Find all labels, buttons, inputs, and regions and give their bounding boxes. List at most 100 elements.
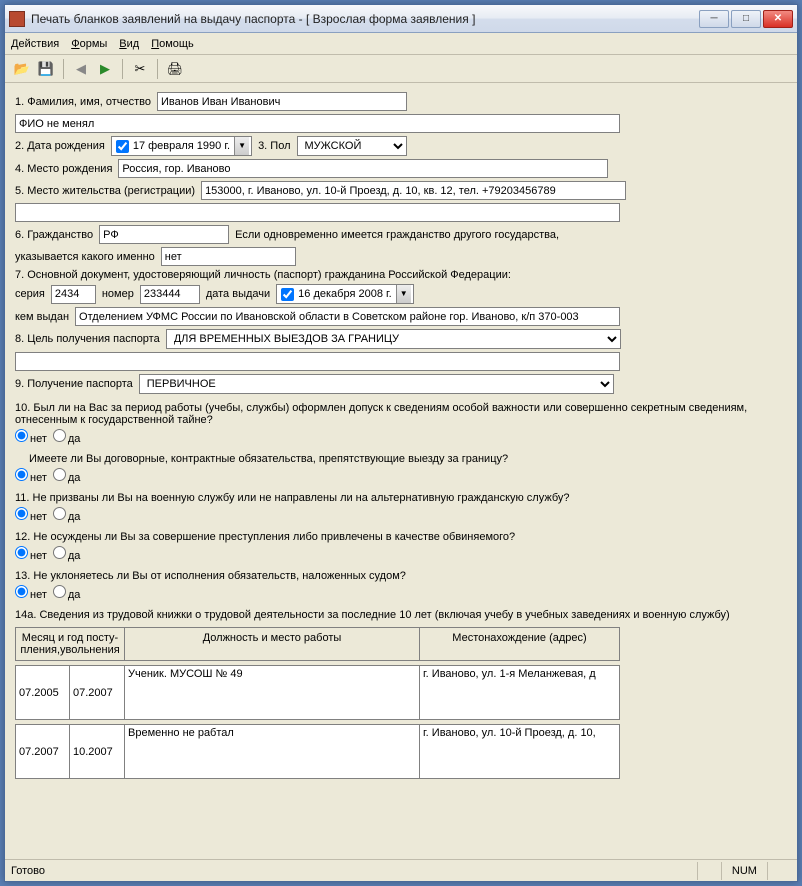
issue-date-value: 16 декабря 2008 г. — [298, 288, 392, 300]
row2-job[interactable] — [125, 724, 420, 779]
row2-addr[interactable] — [420, 724, 620, 779]
maximize-button[interactable]: □ — [731, 10, 761, 28]
status-num: NUM — [721, 862, 767, 880]
menubar: Действия Формы Вид Помощь — [5, 33, 797, 55]
q11-radios: нет да — [15, 507, 787, 523]
q10-no[interactable]: нет — [15, 429, 47, 445]
address-input[interactable] — [201, 181, 626, 200]
prev-icon[interactable]: ◀ — [70, 58, 92, 80]
row1-from[interactable] — [15, 665, 70, 720]
label-citizenship-b: Если одновременно имеется гражданство др… — [235, 229, 559, 241]
app-icon — [9, 11, 25, 27]
label-issue-date: дата выдачи — [206, 288, 270, 300]
question-10b: Имеете ли Вы договорные, контрактные обя… — [29, 453, 787, 465]
label-9: 9. Получение паспорта — [15, 378, 133, 390]
th-dates: Месяц и год посту- пления,увольнения — [15, 627, 125, 661]
label-citizenship: 6. Гражданство — [15, 229, 93, 241]
table-row — [15, 724, 787, 779]
form-content: 1. Фамилия, имя, отчество 2. Дата рожден… — [5, 83, 797, 859]
menu-forms[interactable]: Формы — [71, 38, 107, 50]
row1-to[interactable] — [70, 665, 125, 720]
label-fio: 1. Фамилия, имя, отчество — [15, 96, 151, 108]
chevron-down-icon[interactable]: ▼ — [396, 285, 411, 303]
q10b-yes[interactable]: да — [53, 468, 81, 484]
number-input[interactable] — [140, 285, 200, 304]
q10-radios: нет да — [15, 429, 787, 445]
q10b-no[interactable]: нет — [15, 468, 47, 484]
status-cell-1 — [697, 862, 721, 880]
statusbar: Готово NUM — [5, 859, 797, 881]
q12-radios: нет да — [15, 546, 787, 562]
label-8: 8. Цель получения паспорта — [15, 333, 160, 345]
work-table: Месяц и год посту- пления,увольнения Дол… — [15, 627, 787, 779]
q13-radios: нет да — [15, 585, 787, 601]
fio-change-input[interactable] — [15, 114, 620, 133]
sex-select[interactable]: МУЖСКОЙ — [297, 136, 407, 156]
question-10: 10. Был ли на Вас за период работы (учеб… — [15, 402, 787, 426]
th-job: Должность и место работы — [125, 627, 420, 661]
obtain-select[interactable]: ПЕРВИЧНОЕ — [139, 374, 614, 394]
separator — [157, 59, 158, 79]
label-issued-by: кем выдан — [15, 311, 69, 323]
question-12: 12. Не осуждены ли Вы за совершение прес… — [15, 531, 787, 543]
birthplace-input[interactable] — [118, 159, 608, 178]
dob-value: 17 февраля 1990 г. — [133, 140, 230, 152]
table-row — [15, 665, 787, 720]
status-ready: Готово — [11, 865, 45, 877]
row1-addr[interactable] — [420, 665, 620, 720]
th-addr: Местонахождение (адрес) — [420, 627, 620, 661]
purpose-extra-input[interactable] — [15, 352, 620, 371]
row2-from[interactable] — [15, 724, 70, 779]
label-birthplace: 4. Место рождения — [15, 163, 112, 175]
q13-no[interactable]: нет — [15, 585, 47, 601]
menu-actions[interactable]: Действия — [11, 38, 59, 50]
q10b-radios: нет да — [15, 468, 787, 484]
label-14a: 14а. Сведения из трудовой книжки о трудо… — [15, 609, 787, 621]
label-address: 5. Место жительства (регистрации) — [15, 185, 195, 197]
q10-yes[interactable]: да — [53, 429, 81, 445]
window-title: Печать бланков заявлений на выдачу паспо… — [31, 12, 699, 26]
dob-check[interactable] — [116, 140, 129, 153]
label-sex: 3. Пол — [258, 140, 290, 152]
app-window: Печать бланков заявлений на выдачу паспо… — [4, 4, 798, 882]
chevron-down-icon[interactable]: ▼ — [234, 137, 249, 155]
label-7: 7. Основной документ, удостоверяющий лич… — [15, 269, 511, 281]
row1-job[interactable] — [125, 665, 420, 720]
question-11: 11. Не призваны ли Вы на военную службу … — [15, 492, 787, 504]
row2-to[interactable] — [70, 724, 125, 779]
question-13: 13. Не уклоняетесь ли Вы от исполнения о… — [15, 570, 787, 582]
print-icon[interactable]: 🖨 — [164, 58, 186, 80]
issued-by-input[interactable] — [75, 307, 620, 326]
next-icon[interactable]: ▶ — [94, 58, 116, 80]
label-series: серия — [15, 288, 45, 300]
menu-view[interactable]: Вид — [119, 38, 139, 50]
issue-date-check[interactable] — [281, 288, 294, 301]
label-number: номер — [102, 288, 134, 300]
other-citizenship-input[interactable] — [161, 247, 296, 266]
q11-yes[interactable]: да — [53, 507, 81, 523]
series-input[interactable] — [51, 285, 96, 304]
fio-input[interactable] — [157, 92, 407, 111]
q13-yes[interactable]: да — [53, 585, 81, 601]
minimize-button[interactable]: ─ — [699, 10, 729, 28]
address-input-2[interactable] — [15, 203, 620, 222]
titlebar: Печать бланков заявлений на выдачу паспо… — [5, 5, 797, 33]
save-icon[interactable]: 💾 — [35, 58, 57, 80]
separator — [122, 59, 123, 79]
q12-yes[interactable]: да — [53, 546, 81, 562]
cut-icon[interactable]: ✂ — [129, 58, 151, 80]
open-icon[interactable]: 📂 — [11, 58, 33, 80]
menu-help[interactable]: Помощь — [151, 38, 194, 50]
purpose-select[interactable]: ДЛЯ ВРЕМЕННЫХ ВЫЕЗДОВ ЗА ГРАНИЦУ — [166, 329, 621, 349]
label-dob: 2. Дата рождения — [15, 140, 105, 152]
window-buttons: ─ □ ✕ — [699, 10, 793, 28]
citizenship-input[interactable] — [99, 225, 229, 244]
close-button[interactable]: ✕ — [763, 10, 793, 28]
q12-no[interactable]: нет — [15, 546, 47, 562]
issue-date-picker[interactable]: 16 декабря 2008 г. ▼ — [276, 284, 414, 304]
label-citizenship-c: указывается какого именно — [15, 251, 155, 263]
q11-no[interactable]: нет — [15, 507, 47, 523]
dob-picker[interactable]: 17 февраля 1990 г. ▼ — [111, 136, 252, 156]
status-cell-3 — [767, 862, 791, 880]
toolbar: 📂 💾 ◀ ▶ ✂ 🖨 — [5, 55, 797, 83]
